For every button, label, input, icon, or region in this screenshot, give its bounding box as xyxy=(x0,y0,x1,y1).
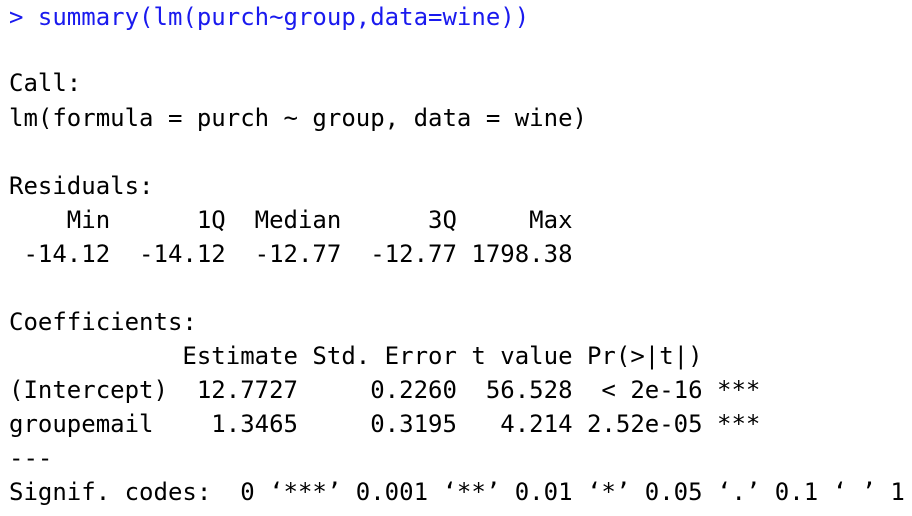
separator-line: --- xyxy=(9,444,53,472)
call-header: Call: xyxy=(9,69,82,97)
coefficients-column-headers: Estimate Std. Error t value Pr(>|t|) xyxy=(9,342,761,370)
residuals-values-row: -14.12 -14.12 -12.77 -12.77 1798.38 xyxy=(9,240,587,268)
coefficient-row-intercept: (Intercept) 12.7727 0.2260 56.528 < 2e-1… xyxy=(9,376,761,404)
r-console-output: > summary(lm(purch~group,data=wine)) Cal… xyxy=(0,0,912,516)
residuals-header: Residuals: xyxy=(9,172,154,200)
coefficient-row-groupemail: groupemail 1.3465 0.3195 4.214 2.52e-05 … xyxy=(9,410,761,438)
console-command-line: > summary(lm(purch~group,data=wine)) xyxy=(9,3,530,31)
residuals-labels-row: Min 1Q Median 3Q Max xyxy=(9,206,587,234)
coefficients-header: Coefficients: xyxy=(9,308,197,336)
call-formula: lm(formula = purch ~ group, data = wine) xyxy=(9,104,587,132)
signif-codes-line: Signif. codes: 0 ‘***’ 0.001 ‘**’ 0.01 ‘… xyxy=(9,478,905,506)
